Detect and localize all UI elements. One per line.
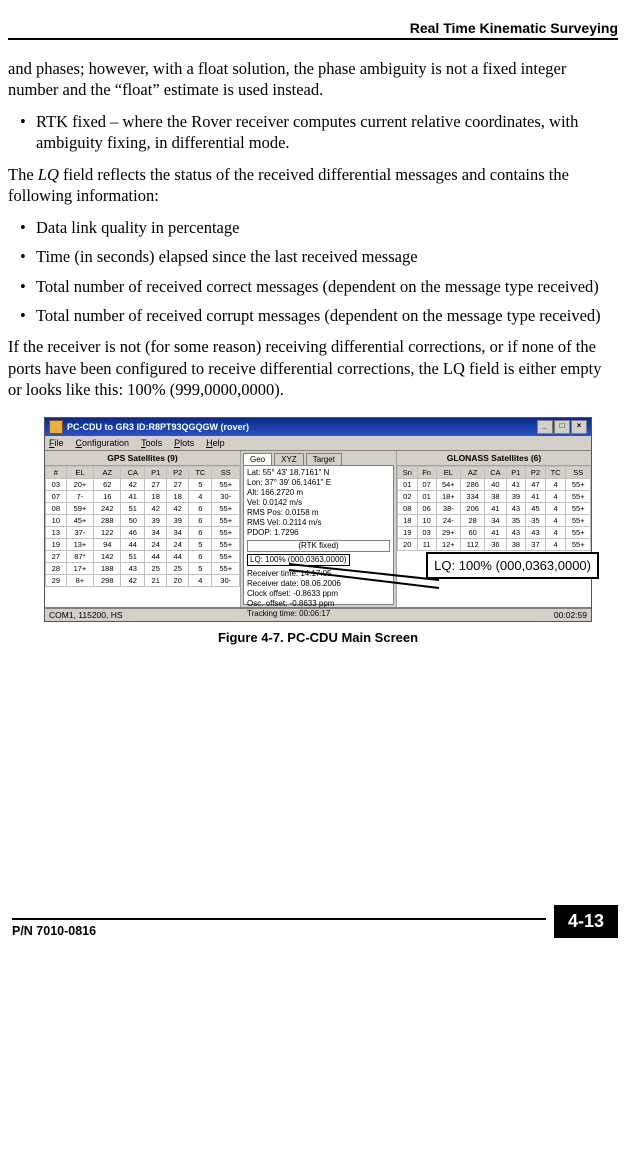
table-row: 190329+60414343455+ xyxy=(398,526,591,538)
column-header: Sn xyxy=(398,466,418,478)
table-row: 1913+94442424555+ xyxy=(46,538,240,550)
figure: PC-CDU to GR3 ID:R8PT93QGQGW (rover) _ □… xyxy=(44,417,592,645)
osc-offset: Osc. offset: -0.8633 ppm xyxy=(247,599,390,609)
window-title: PC-CDU to GR3 ID:R8PT93QGQGW (rover) xyxy=(67,422,249,432)
menu-file[interactable]: File xyxy=(49,438,64,448)
column-header: TC xyxy=(545,466,566,478)
glonass-table: SnFnELAZCAP1P2TCSS 010754+286404147455+0… xyxy=(397,466,591,551)
table-row: 181024-28343535455+ xyxy=(398,514,591,526)
callout-label: LQ: 100% (000,0363,0000) xyxy=(426,552,599,579)
list-item: Total number of received corrupt message… xyxy=(20,305,618,326)
app-icon xyxy=(49,420,63,434)
column-header: EL xyxy=(436,466,460,478)
page-footer: P/N 7010-0816 4-13 xyxy=(8,905,618,938)
minimize-button[interactable]: _ xyxy=(537,420,553,434)
table-row: 2817+188432525555+ xyxy=(46,562,240,574)
table-row: 0320+62422727555+ xyxy=(46,478,240,490)
paragraph: If the receiver is not (for some reason)… xyxy=(8,336,618,400)
app-window: PC-CDU to GR3 ID:R8PT93QGQGW (rover) _ □… xyxy=(44,417,592,622)
status-time: 00:02:59 xyxy=(554,610,587,620)
table-row: 080638-206414345455+ xyxy=(398,502,591,514)
column-header: Fn xyxy=(417,466,436,478)
callout: LQ: 100% (000,0363,0000) xyxy=(426,552,599,579)
lon-field: Lon: 37° 39' 06.1461" E xyxy=(247,478,390,488)
list-item: Data link quality in percentage xyxy=(20,217,618,238)
tab-target[interactable]: Target xyxy=(306,453,342,465)
table-row: 020118+334383941455+ xyxy=(398,490,591,502)
column-header: AZ xyxy=(461,466,485,478)
table-row: 298+298422120430- xyxy=(46,574,240,586)
lat-field: Lat: 55° 43' 18.7161" N xyxy=(247,468,390,478)
table-row: 1337-122463434655+ xyxy=(46,526,240,538)
menu-configuration[interactable]: Configuration xyxy=(76,438,130,448)
column-header: SS xyxy=(212,466,240,478)
menu-help[interactable]: Help xyxy=(206,438,225,448)
table-row: 010754+286404147455+ xyxy=(398,478,591,490)
table-row: 077-16411818430- xyxy=(46,490,240,502)
column-header: CA xyxy=(121,466,145,478)
list-item: Total number of received correct message… xyxy=(20,276,618,297)
column-header: TC xyxy=(189,466,212,478)
list-item: RTK fixed – where the Rover receiver com… xyxy=(20,111,618,154)
tab-geo[interactable]: Geo xyxy=(243,453,272,465)
alt-field: Alt: 166.2720 m xyxy=(247,488,390,498)
column-header: P1 xyxy=(506,466,526,478)
table-row: 2787*142514444655+ xyxy=(46,550,240,562)
page-header: Real Time Kinematic Surveying xyxy=(8,20,618,40)
menubar: File Configuration Tools Plots Help xyxy=(45,436,591,450)
tracking-time: Tracking time: 00:06:17 xyxy=(247,609,390,619)
column-header: P2 xyxy=(167,466,189,478)
page-number: 4-13 xyxy=(554,905,618,938)
gps-panel-title: GPS Satellites (9) xyxy=(45,451,240,466)
status-port: COM1, 115200, HS xyxy=(49,610,123,620)
column-header: P2 xyxy=(526,466,546,478)
list-item: Time (in seconds) elapsed since the last… xyxy=(20,246,618,267)
gps-table: #ELAZCAP1P2TCSS 0320+62422727555+077-164… xyxy=(45,466,240,587)
glonass-panel-title: GLONASS Satellites (6) xyxy=(397,451,591,466)
menu-plots[interactable]: Plots xyxy=(174,438,194,448)
vel-field: Vel: 0.0142 m/s xyxy=(247,498,390,508)
rmspos-field: RMS Pos: 0.0158 m xyxy=(247,508,390,518)
paragraph: The LQ field reflects the status of the … xyxy=(8,164,618,207)
titlebar: PC-CDU to GR3 ID:R8PT93QGQGW (rover) _ □… xyxy=(45,418,591,436)
paragraph: and phases; however, with a float soluti… xyxy=(8,58,618,101)
menu-tools[interactable]: Tools xyxy=(141,438,162,448)
tab-xyz[interactable]: XYZ xyxy=(274,453,304,465)
table-row: 0859+242514242655+ xyxy=(46,502,240,514)
close-button[interactable]: × xyxy=(571,420,587,434)
column-header: SS xyxy=(566,466,591,478)
column-header: # xyxy=(46,466,67,478)
part-number: P/N 7010-0816 xyxy=(12,918,546,938)
column-header: CA xyxy=(485,466,506,478)
column-header: AZ xyxy=(94,466,121,478)
rmsvel-field: RMS Vel: 0.2114 m/s xyxy=(247,518,390,528)
maximize-button[interactable]: □ xyxy=(554,420,570,434)
column-header: P1 xyxy=(145,466,167,478)
section-title: Real Time Kinematic Surveying xyxy=(410,20,618,36)
figure-caption: Figure 4-7. PC-CDU Main Screen xyxy=(44,630,592,645)
column-header: EL xyxy=(66,466,93,478)
pdop-field: PDOP: 1.7296 xyxy=(247,528,390,538)
table-row: 1045+288503939655+ xyxy=(46,514,240,526)
body-text: and phases; however, with a float soluti… xyxy=(8,58,618,401)
